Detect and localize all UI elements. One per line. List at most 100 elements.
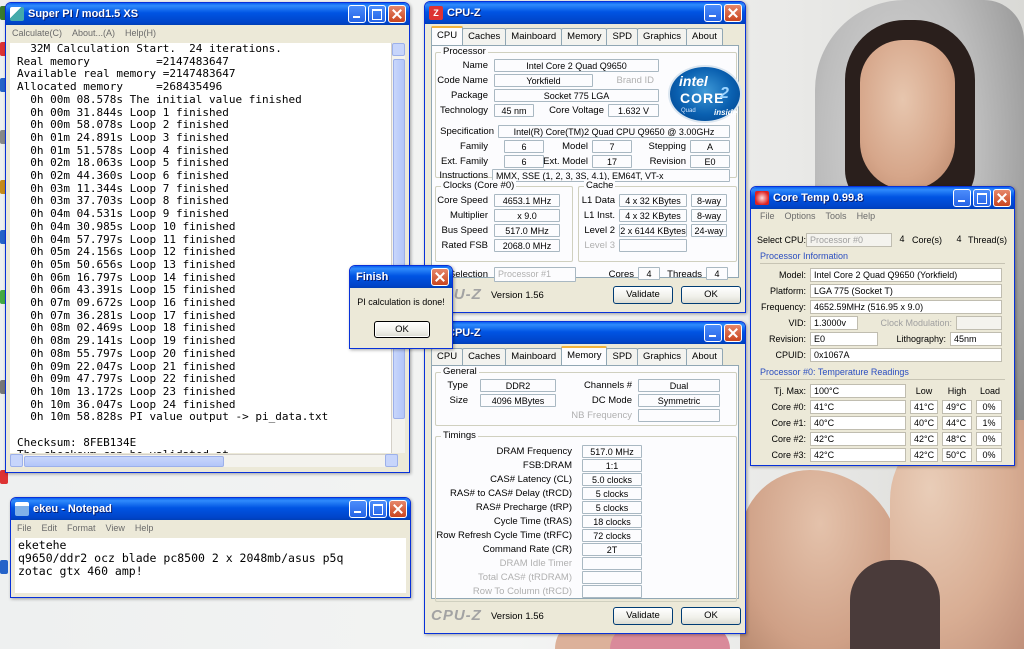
cpuz-version: Version 1.56 [491,290,544,301]
family-label: Family [460,141,488,152]
tab-spd[interactable]: SPD [606,28,639,45]
scroll-right-arrow[interactable] [385,454,398,467]
busspeed-label: Bus Speed [441,225,488,236]
scroll-up-arrow[interactable] [392,43,405,56]
dramfreq-label: DRAM Frequency [496,446,573,457]
totalcas-value [582,571,642,584]
tab-about[interactable]: About [686,28,723,45]
wallpaper-shadow [850,560,940,649]
menu-options[interactable]: Options [785,211,816,221]
superpi-titlebar[interactable]: Super PI / mod1.5 XS [6,3,409,25]
tab-mainboard[interactable]: Mainboard [505,28,563,45]
tab-graphics[interactable]: Graphics [637,348,688,365]
finish-dialog-body: PI calculation is done! OK [353,288,449,345]
type-label: Type [447,380,468,391]
tab-spd[interactable]: SPD [606,348,639,365]
finish-titlebar[interactable]: Finish [350,266,452,288]
coretemp-body: File Options Tools Help Select CPU: Proc… [754,209,1011,462]
menu-tools[interactable]: Tools [826,211,847,221]
model-label: Model [562,141,588,152]
minimize-button[interactable] [704,324,722,342]
ok-button[interactable]: OK [374,321,430,338]
tab-cpu[interactable]: CPU [431,348,464,365]
divider [760,379,1005,380]
close-button[interactable] [724,324,742,342]
close-button[interactable] [388,5,406,23]
tab-memory[interactable]: Memory [561,346,608,365]
cores-label: Cores [608,269,634,280]
tjmax-label: Tj. Max: [773,386,806,396]
menu-format[interactable]: Format [67,523,96,533]
close-button[interactable] [431,268,449,286]
cpuz-tabs: CPU Caches Mainboard Memory SPD Graphics… [431,26,723,45]
minimize-button[interactable] [348,5,366,23]
selectcpu-dropdown[interactable]: Processor #0 [806,233,892,247]
vertical-scrollbar[interactable] [391,43,405,453]
menu-file[interactable]: File [17,523,32,533]
validate-button[interactable]: Validate [613,607,673,625]
tab-mainboard[interactable]: Mainboard [505,348,563,365]
scroll-thumb[interactable] [24,456,224,467]
minimize-button[interactable] [349,500,367,518]
scroll-left-arrow[interactable] [10,454,23,467]
superpi-menubar: Calculate(C) About...(A) Help(H) [6,25,409,41]
close-button[interactable] [389,500,407,518]
menu-view[interactable]: View [106,523,125,533]
name-value: Intel Core 2 Quad Q9650 [494,59,659,72]
platform-label: Platform: [769,286,806,296]
cpuz-memory-panel: General Type DDR2 Size 4096 MBytes Chann… [431,365,739,602]
threads-label: Thread(s) [968,235,1008,245]
ok-button[interactable]: OK [681,286,741,304]
processor-group: Processor Name Intel Core 2 Quad Q9650 C… [435,46,742,182]
ratedfsb-label: Rated FSB [441,240,488,251]
tab-caches[interactable]: Caches [462,348,507,365]
menu-file[interactable]: File [760,211,775,221]
trfc-label: Row Refresh Cycle Time (tRFC) [436,530,572,541]
maximize-button[interactable] [973,189,991,207]
tab-memory[interactable]: Memory [561,28,608,45]
threads-label: Threads [667,269,702,280]
tab-graphics[interactable]: Graphics [637,28,688,45]
ok-button[interactable]: OK [681,607,741,625]
maximize-button[interactable] [368,5,386,23]
level2-label: Level 2 [584,225,615,236]
ratedfsb-value: 2068.0 MHz [494,239,560,252]
menu-calculate[interactable]: Calculate(C) [12,28,62,38]
close-button[interactable] [724,4,742,22]
corespeed-value: 4653.1 MHz [494,194,560,207]
model-label: Model: [778,270,806,280]
trp-value: 5 clocks [582,501,642,514]
notepad-text-area[interactable]: eketehe q9650/ddr2 ocz blade pc8500 2 x 2… [15,538,406,593]
minimize-button[interactable] [953,189,971,207]
cpuz-logo: CPU-Z [431,607,482,624]
menu-help[interactable]: Help [135,523,154,533]
tab-about[interactable]: About [686,348,723,365]
dcmode-value: Symmetric [638,394,720,407]
tab-cpu[interactable]: CPU [431,26,464,45]
intel-logo-inside: inside [714,108,738,117]
close-button[interactable] [993,189,1011,207]
menu-about[interactable]: About...(A) [72,28,115,38]
scroll-thumb[interactable] [393,59,405,419]
corevoltage-value: 1.632 V [608,104,659,117]
maximize-button[interactable] [369,500,387,518]
l1data-value: 4 x 32 KBytes [619,194,687,207]
cpuz-titlebar[interactable]: Z CPU-Z [425,2,745,24]
menu-help[interactable]: Help(H) [125,28,156,38]
superpi-output[interactable]: 32M Calculation Start. 24 iterations. Rea… [10,43,398,453]
menu-help[interactable]: Help [857,211,876,221]
menu-edit[interactable]: Edit [42,523,58,533]
horizontal-scrollbar[interactable] [10,454,398,467]
core-high: 49°C [942,400,972,414]
coretemp-titlebar[interactable]: Core Temp 0.99.8 [751,187,1014,209]
general-group: General Type DDR2 Size 4096 MBytes Chann… [435,366,737,426]
selection-dropdown[interactable]: Processor #1 [494,267,576,282]
validate-button[interactable]: Validate [613,286,673,304]
desktop-icon[interactable] [0,560,8,574]
notepad-titlebar[interactable]: ekeu - Notepad [11,498,410,520]
wallpaper-face [860,40,955,190]
cpuz-titlebar[interactable]: Z CPU-Z [425,322,745,344]
tab-caches[interactable]: Caches [462,28,507,45]
minimize-button[interactable] [704,4,722,22]
l1data-label: L1 Data [581,195,615,206]
